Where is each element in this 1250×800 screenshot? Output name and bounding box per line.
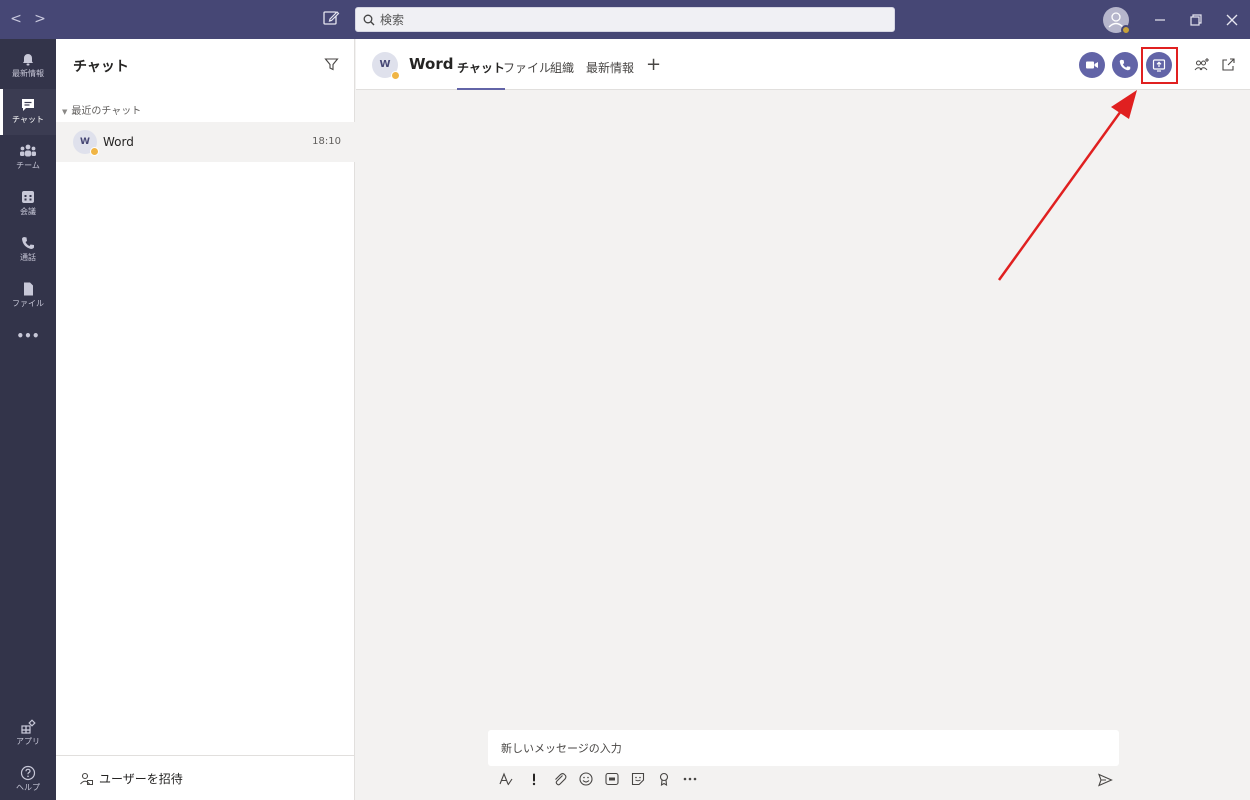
chat-icon xyxy=(22,99,34,111)
invite-label: ユーザーを招待 xyxy=(99,772,183,786)
rail-item-chat[interactable]: チャット xyxy=(0,89,56,135)
rail-item-activity[interactable]: 最新情報 xyxy=(0,43,56,89)
rail-item-teams[interactable]: チーム xyxy=(0,135,56,181)
invite-users-button[interactable]: ユーザーを招待 xyxy=(79,770,183,787)
forward-button[interactable]: > xyxy=(30,10,50,28)
rail-label: ヘルプ xyxy=(16,783,40,792)
rail-item-meetings[interactable]: 会議 xyxy=(0,181,56,227)
gif-icon[interactable] xyxy=(604,771,622,789)
app-rail: 最新情報 チャット チーム 会議 通話 ファイル ••• アプリ ヘルプ xyxy=(0,39,56,800)
apps-icon xyxy=(21,719,36,734)
help-icon xyxy=(20,765,36,781)
send-icon[interactable] xyxy=(1097,772,1113,792)
minimize-button[interactable] xyxy=(1150,10,1170,30)
title-bar: < > xyxy=(0,0,1250,39)
chat-time: 18:10 xyxy=(312,136,341,147)
rail-item-apps[interactable]: アプリ xyxy=(0,711,56,757)
rail-label: 通話 xyxy=(20,253,36,262)
rail-label: 会議 xyxy=(20,207,36,216)
phone-icon xyxy=(22,237,34,249)
annotation-arrow-icon xyxy=(997,90,1137,281)
format-icon[interactable] xyxy=(498,771,516,789)
back-button[interactable]: < xyxy=(6,10,26,28)
rail-label: チャット xyxy=(12,115,44,124)
main-pane: W Word チャット ファイル 組織 最新情報 + xyxy=(356,39,1250,800)
minimize-icon xyxy=(1155,19,1165,21)
invite-user-icon xyxy=(80,772,93,785)
filter-icon[interactable] xyxy=(324,57,339,76)
recent-chats-header[interactable]: ▼ 最近のチャット xyxy=(62,102,141,117)
calendar-icon xyxy=(22,191,34,203)
teams-icon xyxy=(20,144,36,157)
restore-icon xyxy=(1190,14,1202,26)
message-compose-box[interactable] xyxy=(488,730,1119,766)
file-icon xyxy=(24,282,33,296)
presence-status-icon xyxy=(90,147,99,156)
praise-icon[interactable] xyxy=(656,771,674,789)
invite-section: ユーザーを招待 xyxy=(56,755,355,800)
search-icon xyxy=(363,14,375,26)
chat-list-title: チャット xyxy=(73,59,129,75)
chat-name: Word xyxy=(103,135,134,149)
profile-avatar[interactable] xyxy=(1103,7,1131,35)
more-options-icon[interactable] xyxy=(682,771,700,789)
rail-label: アプリ xyxy=(16,737,40,746)
section-label: 最近のチャット xyxy=(71,106,142,117)
message-input[interactable] xyxy=(501,730,1101,766)
list-item[interactable]: W Word 18:10 xyxy=(56,122,355,162)
rail-label: 最新情報 xyxy=(12,69,44,78)
bell-icon xyxy=(23,54,33,66)
rail-label: ファイル xyxy=(12,299,44,308)
sticker-icon[interactable] xyxy=(630,771,648,789)
chat-list-panel: チャット ▼ 最近のチャット W Word 18:10 ユーザーを招待 xyxy=(56,39,355,800)
presence-status-icon xyxy=(1121,25,1131,35)
rail-item-calls[interactable]: 通話 xyxy=(0,227,56,273)
avatar: W xyxy=(73,130,99,156)
attach-icon[interactable] xyxy=(552,771,570,789)
search-bar[interactable] xyxy=(355,7,895,32)
avatar-initial: W xyxy=(80,137,90,147)
rail-item-more[interactable]: ••• xyxy=(0,321,56,351)
compose-icon[interactable] xyxy=(322,9,342,29)
emoji-icon[interactable] xyxy=(578,771,596,789)
rail-item-help[interactable]: ヘルプ xyxy=(0,757,56,800)
search-input[interactable] xyxy=(380,8,880,31)
close-button[interactable] xyxy=(1222,10,1242,30)
chevron-down-icon: ▼ xyxy=(62,108,68,116)
more-icon: ••• xyxy=(16,329,40,343)
restore-button[interactable] xyxy=(1186,10,1206,30)
rail-label: チーム xyxy=(16,161,40,170)
important-icon[interactable] xyxy=(526,771,544,789)
rail-item-files[interactable]: ファイル xyxy=(0,273,56,319)
close-icon xyxy=(1226,14,1238,26)
